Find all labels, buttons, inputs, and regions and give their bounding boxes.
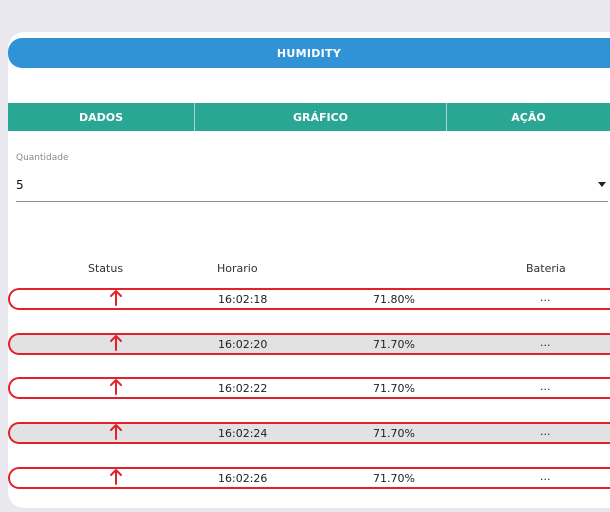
arrow-up-icon — [110, 379, 122, 395]
column-header-time: Horario — [217, 262, 258, 275]
column-header-status: Status — [88, 262, 124, 275]
row-time: 16:02:24 — [218, 427, 268, 440]
row-battery: ... — [540, 336, 551, 349]
tab-bar: DADOS GRÁFICO AÇÃO — [8, 103, 610, 131]
row-value: 71.80% — [373, 293, 415, 306]
table-row[interactable]: 16:02:26 71.70% ... — [8, 467, 610, 489]
arrow-up-icon — [110, 335, 122, 351]
quantity-value: 5 — [16, 178, 24, 192]
table-row[interactable]: 16:02:18 71.80% ... — [8, 288, 610, 310]
row-value: 71.70% — [373, 472, 415, 485]
row-time: 16:02:22 — [218, 382, 268, 395]
table-row[interactable]: 16:02:22 71.70% ... — [8, 377, 610, 399]
row-battery: ... — [540, 291, 551, 304]
tab-acao[interactable]: AÇÃO — [446, 103, 610, 131]
row-battery: ... — [540, 380, 551, 393]
row-battery: ... — [540, 425, 551, 438]
arrow-up-icon — [110, 290, 122, 306]
tab-grafico[interactable]: GRÁFICO — [194, 103, 446, 131]
table-row[interactable]: 16:02:24 71.70% ... — [8, 422, 610, 444]
table-row[interactable]: 16:02:20 71.70% ... — [8, 333, 610, 355]
chevron-down-icon — [598, 182, 606, 187]
tab-dados[interactable]: DADOS — [8, 103, 194, 131]
page-title: HUMIDITY — [8, 38, 610, 68]
arrow-up-icon — [110, 469, 122, 485]
row-battery: ... — [540, 470, 551, 483]
column-header-battery: Bateria — [526, 262, 566, 275]
quantity-label: Quantidade — [16, 153, 69, 163]
quantity-select[interactable]: 5 — [16, 170, 608, 202]
arrow-up-icon — [110, 424, 122, 440]
row-time: 16:02:18 — [218, 293, 268, 306]
row-value: 71.70% — [373, 427, 415, 440]
row-value: 71.70% — [373, 338, 415, 351]
row-value: 71.70% — [373, 382, 415, 395]
row-time: 16:02:20 — [218, 338, 268, 351]
row-time: 16:02:26 — [218, 472, 268, 485]
